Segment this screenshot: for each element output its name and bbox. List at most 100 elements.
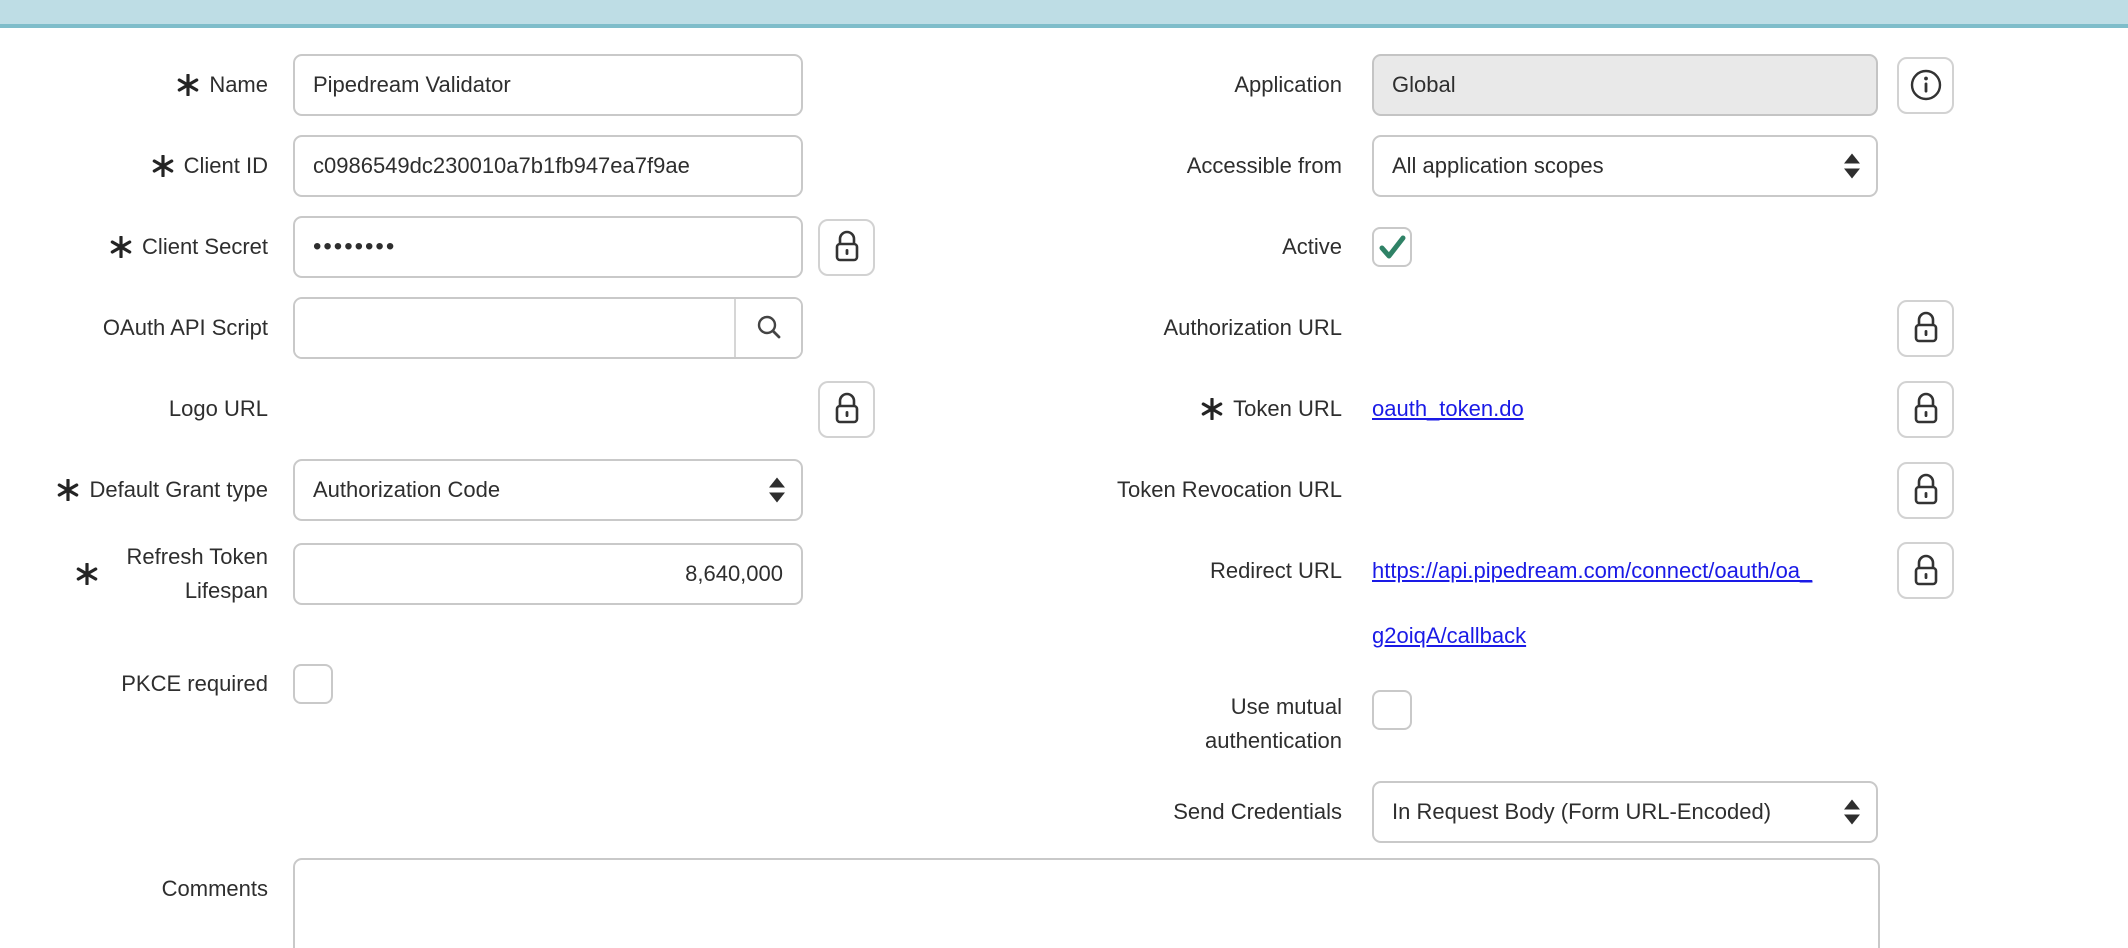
authorization-url-empty-value [1372, 297, 1878, 359]
application-label: Application [1030, 70, 1342, 100]
logo-url-label-text: Logo URL [169, 394, 268, 424]
field-row-oauth-api-script: OAuth API Script [0, 297, 920, 359]
active-label: Active [1030, 232, 1342, 262]
token-revocation-url-empty-value [1372, 459, 1878, 521]
required-asterisk-icon [177, 74, 199, 96]
comments-label: Comments [0, 858, 268, 904]
required-asterisk-icon [57, 479, 79, 501]
active-label-text: Active [1282, 232, 1342, 262]
send-credentials-selected-value: In Request Body (Form URL-Encoded) [1392, 799, 1771, 825]
name-label: Name [0, 70, 268, 100]
application-label-text: Application [1234, 70, 1342, 100]
field-row-send-credentials: Send Credentials In Request Body (Form U… [1030, 781, 2128, 843]
client-secret-lock-button[interactable] [818, 219, 875, 276]
field-row-application: Application [1030, 54, 2128, 116]
name-label-text: Name [209, 70, 268, 100]
token-url-lock-button[interactable] [1897, 381, 1954, 438]
oauth-api-script-reference-field [293, 297, 803, 359]
token-url-link[interactable]: oauth_token.do [1372, 396, 1524, 421]
default-grant-type-select[interactable]: Authorization Code [293, 459, 803, 521]
lock-icon [832, 392, 862, 426]
check-icon [1374, 229, 1410, 265]
authorization-url-label: Authorization URL [1030, 313, 1342, 343]
field-row-token-revocation-url: Token Revocation URL [1030, 459, 2128, 521]
pkce-required-label: PKCE required [0, 669, 268, 699]
pkce-required-checkbox[interactable] [293, 664, 333, 704]
field-row-client-secret: Client Secret [0, 216, 920, 278]
token-revocation-url-label: Token Revocation URL [1030, 475, 1342, 505]
application-info-button[interactable] [1897, 57, 1954, 114]
oauth-api-script-label-text: OAuth API Script [103, 313, 268, 343]
accessible-from-select[interactable]: All application scopes [1372, 135, 1878, 197]
refresh-token-lifespan-input[interactable] [293, 543, 803, 605]
required-asterisk-icon [1201, 398, 1223, 420]
info-icon [1909, 68, 1943, 102]
oauth-api-script-lookup-button[interactable] [734, 299, 801, 357]
field-row-name: Name [0, 54, 920, 116]
field-row-token-url: Token URL oauth_token.do [1030, 378, 2128, 440]
form-column-left: Name Client ID Client Secret [0, 54, 920, 734]
refresh-token-lifespan-label: Refresh Token Lifespan [0, 540, 268, 608]
redirect-url-label: Redirect URL [1030, 540, 1342, 602]
comments-textarea[interactable] [293, 858, 1880, 948]
active-checkbox[interactable] [1372, 227, 1412, 267]
comments-label-text: Comments [162, 874, 268, 904]
use-mutual-authentication-label-text: Use mutual authentication [1182, 690, 1342, 758]
lock-icon [832, 230, 862, 264]
use-mutual-authentication-checkbox[interactable] [1372, 690, 1412, 730]
client-id-label-text: Client ID [184, 151, 268, 181]
oauth-api-script-label: OAuth API Script [0, 313, 268, 343]
token-revocation-url-lock-button[interactable] [1897, 462, 1954, 519]
logo-url-lock-button[interactable] [818, 381, 875, 438]
lock-icon [1911, 554, 1941, 588]
field-row-comments: Comments [0, 858, 1880, 948]
field-row-client-id: Client ID [0, 135, 920, 197]
authorization-url-lock-button[interactable] [1897, 300, 1954, 357]
logo-url-empty-value [293, 378, 803, 440]
client-id-input[interactable] [293, 135, 803, 197]
client-secret-label: Client Secret [0, 232, 268, 262]
lock-icon [1911, 473, 1941, 507]
token-url-label: Token URL [1030, 394, 1342, 424]
field-row-pkce-required: PKCE required [0, 653, 920, 715]
send-credentials-label-text: Send Credentials [1173, 797, 1342, 827]
select-spinner-icon [1844, 154, 1860, 179]
select-spinner-icon [1844, 800, 1860, 825]
required-asterisk-icon [110, 236, 132, 258]
lock-icon [1911, 392, 1941, 426]
accessible-from-label-text: Accessible from [1187, 151, 1342, 181]
required-asterisk-icon [152, 155, 174, 177]
client-secret-input[interactable] [293, 216, 803, 278]
pkce-required-label-text: PKCE required [121, 669, 268, 699]
default-grant-type-label: Default Grant type [0, 475, 268, 505]
lock-icon [1911, 311, 1941, 345]
field-row-redirect-url: Redirect URL https://api.pipedream.com/c… [1030, 540, 2128, 667]
accessible-from-selected-value: All application scopes [1392, 153, 1604, 179]
name-input[interactable] [293, 54, 803, 116]
form-column-right: Application Accessible from All applicat… [1030, 54, 2128, 862]
field-row-use-mutual-authentication: Use mutual authentication [1030, 690, 2128, 762]
required-asterisk-icon [76, 563, 98, 585]
field-row-active: Active [1030, 216, 2128, 278]
search-icon [754, 313, 784, 343]
redirect-url-label-text: Redirect URL [1210, 556, 1342, 586]
use-mutual-authentication-label: Use mutual authentication [1030, 690, 1342, 758]
token-url-label-text: Token URL [1233, 394, 1342, 424]
authorization-url-label-text: Authorization URL [1163, 313, 1342, 343]
field-row-refresh-token-lifespan: Refresh Token Lifespan [0, 540, 920, 608]
refresh-token-lifespan-label-text: Refresh Token Lifespan [108, 540, 268, 608]
field-row-authorization-url: Authorization URL [1030, 297, 2128, 359]
field-row-default-grant-type: Default Grant type Authorization Code [0, 459, 920, 521]
send-credentials-select[interactable]: In Request Body (Form URL-Encoded) [1372, 781, 1878, 843]
client-secret-label-text: Client Secret [142, 232, 268, 262]
client-id-label: Client ID [0, 151, 268, 181]
default-grant-type-selected-value: Authorization Code [313, 477, 500, 503]
send-credentials-label: Send Credentials [1030, 797, 1342, 827]
oauth-api-script-input[interactable] [295, 299, 734, 357]
redirect-url-lock-button[interactable] [1897, 542, 1954, 599]
accessible-from-label: Accessible from [1030, 151, 1342, 181]
field-row-accessible-from: Accessible from All application scopes [1030, 135, 2128, 197]
token-revocation-url-label-text: Token Revocation URL [1117, 475, 1342, 505]
redirect-url-link[interactable]: https://api.pipedream.com/connect/oauth/… [1372, 558, 1878, 667]
logo-url-label: Logo URL [0, 394, 268, 424]
